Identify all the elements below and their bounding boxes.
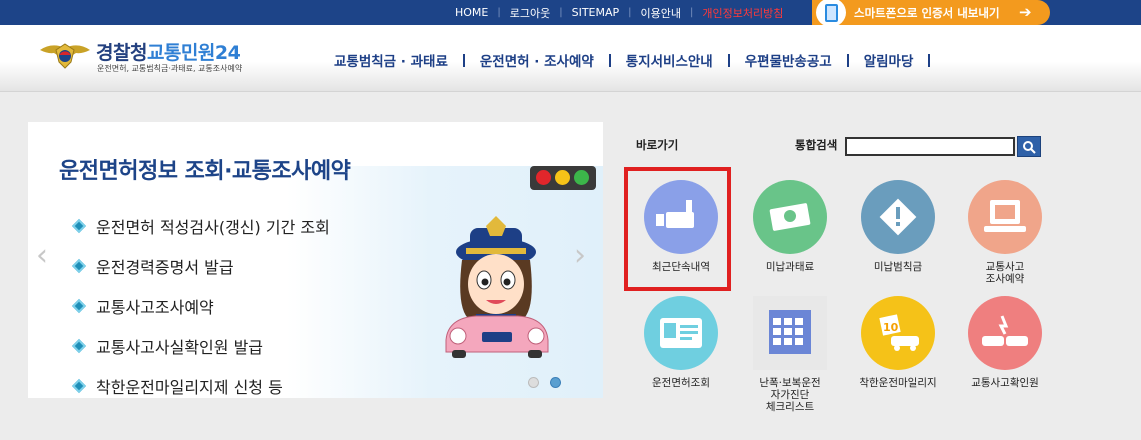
home-link[interactable]: HOME (446, 6, 497, 19)
slider-prev-button[interactable]: ‹ (36, 238, 48, 273)
arrow-right-icon: ➔ (1019, 3, 1032, 21)
nav-item-license[interactable]: 운전면허 · 조사예약 (480, 50, 594, 70)
quick-item-label: 교통사고확인원 (971, 377, 1039, 389)
nav-item-fines[interactable]: 교통범칙금 · 과태료 (334, 50, 448, 70)
mileage-car-icon: 10 (861, 296, 935, 370)
banner-list-item[interactable]: 교통사고사실확인원 발급 (71, 326, 330, 366)
banner-item-label: 교통사고조사예약 (96, 298, 214, 317)
export-certificate-label: 스마트폰으로 인증서 내보내기 (854, 6, 1000, 20)
quick-item-good-driving-mileage[interactable]: 10 착한운전마일리지 (843, 296, 953, 389)
slider-next-button[interactable]: › (574, 238, 586, 273)
nav-divider (928, 53, 931, 67)
warning-icon (861, 180, 935, 254)
car-crash-icon (968, 296, 1042, 370)
diamond-bullet-icon (71, 298, 87, 314)
quick-item-label: 난폭·보복운전 자가진단 체크리스트 (759, 377, 821, 413)
search-icon (1023, 140, 1036, 154)
main-banner-slider[interactable]: 운전면허정보 조회·교통조사예약 운전면허 적성검사(갱신) 기간 조회 운전경… (28, 122, 603, 398)
logo-title-service: 교통민원24 (146, 42, 241, 64)
banner-list: 운전면허 적성검사(갱신) 기간 조회 운전경력증명서 발급 교통사고조사예약 … (71, 206, 330, 398)
quick-item-road-rage-checklist[interactable]: 난폭·보복운전 자가진단 체크리스트 (735, 296, 845, 413)
slider-pagination (528, 377, 561, 388)
selected-item-highlight (624, 167, 731, 291)
guide-link[interactable]: 이용안내 (632, 5, 690, 21)
banner-title: 운전면허정보 조회·교통조사예약 (59, 159, 351, 184)
quick-links-label: 바로가기 (636, 138, 679, 152)
top-bar: HOME | 로그아웃 | SITEMAP | 이용안내 | 개인정보처리방침 … (0, 0, 1141, 27)
main-navigation: 교통범칙금 · 과태료 운전면허 · 조사예약 통지서비스안내 우편물반송공고 … (334, 50, 945, 70)
license-card-icon (644, 296, 718, 370)
police-emblem-logo[interactable] (38, 38, 92, 74)
smartphone-icon (816, 0, 846, 27)
quick-item-unpaid-fines[interactable]: 미납과태료 (735, 180, 845, 273)
slider-dot-active[interactable] (550, 377, 561, 388)
banner-list-item[interactable]: 운전면허 적성검사(갱신) 기간 조회 (71, 206, 330, 246)
money-icon (753, 180, 827, 254)
nav-divider (462, 53, 465, 67)
diamond-bullet-icon (71, 258, 87, 274)
diamond-bullet-icon (71, 378, 87, 394)
quick-item-accident-reservation[interactable]: 교통사고 조사예약 (950, 180, 1060, 285)
nav-item-notification[interactable]: 통지서비스안내 (626, 50, 713, 70)
site-logo-title[interactable]: 경찰청교통민원24 (96, 38, 241, 65)
svg-text:10: 10 (883, 321, 899, 334)
quick-item-label: 미납과태료 (765, 261, 815, 273)
banner-list-item[interactable]: 착한운전마일리지제 신청 등 (71, 366, 330, 398)
banner-item-label: 착한운전마일리지제 신청 등 (96, 378, 283, 397)
top-links: HOME | 로그아웃 | SITEMAP | 이용안내 | 개인정보처리방침 (446, 0, 792, 25)
banner-list-item[interactable]: 운전경력증명서 발급 (71, 246, 330, 286)
search-button[interactable] (1017, 136, 1041, 157)
quick-item-accident-certificate[interactable]: 교통사고확인원 (950, 296, 1060, 389)
traffic-light-icon (530, 166, 596, 190)
quick-item-label: 운전면허조회 (652, 377, 710, 389)
logo-subtitle: 운전면허, 교통범칙금·과태료, 교통조사예약 (97, 64, 243, 73)
logo-title-police: 경찰청 (96, 42, 147, 64)
police-officer-illustration (445, 216, 549, 358)
sitemap-link[interactable]: SITEMAP (563, 6, 629, 19)
export-certificate-button[interactable]: 스마트폰으로 인증서 내보내기 ➔ (812, 0, 1050, 27)
diamond-bullet-icon (71, 218, 87, 234)
quick-item-label: 미납범칙금 (873, 261, 923, 273)
slider-dot[interactable] (528, 377, 539, 388)
diamond-bullet-icon (71, 338, 87, 354)
search-label: 통합검색 (795, 138, 838, 152)
nav-item-returned-mail[interactable]: 우편물반송공고 (745, 50, 832, 70)
privacy-policy-link[interactable]: 개인정보처리방침 (693, 5, 792, 21)
site-header: 경찰청교통민원24 운전면허, 교통범칙금·과태료, 교통조사예약 교통범칙금 … (0, 25, 1141, 92)
computer-icon (968, 180, 1042, 254)
quick-item-label: 착한운전마일리지 (859, 377, 937, 389)
nav-divider (727, 53, 730, 67)
quick-item-unpaid-penalty[interactable]: 미납범칙금 (843, 180, 953, 273)
quick-item-license-inquiry[interactable]: 운전면허조회 (626, 296, 736, 389)
calendar-checklist-icon (753, 296, 827, 370)
banner-item-label: 운전경력증명서 발급 (96, 258, 234, 277)
nav-divider (846, 53, 849, 67)
logout-link[interactable]: 로그아웃 (501, 5, 559, 21)
banner-item-label: 운전면허 적성검사(갱신) 기간 조회 (96, 218, 330, 237)
banner-list-item[interactable]: 교통사고조사예약 (71, 286, 330, 326)
quick-item-label: 교통사고 조사예약 (985, 261, 1025, 285)
search-input[interactable] (845, 137, 1015, 156)
nav-item-notice[interactable]: 알림마당 (864, 50, 914, 70)
banner-item-label: 교통사고사실확인원 발급 (96, 338, 264, 357)
nav-divider (608, 53, 611, 67)
